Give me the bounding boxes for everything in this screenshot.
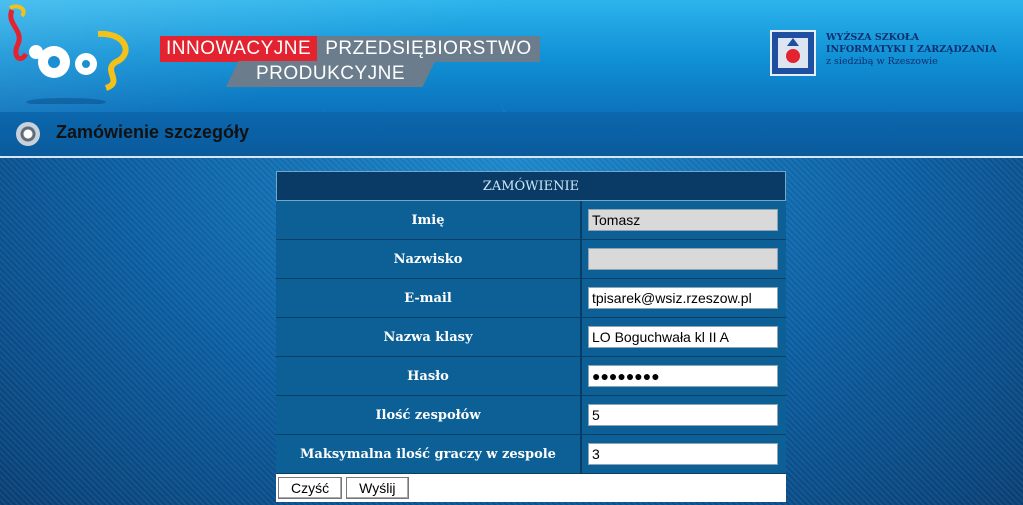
first-name-field[interactable] (588, 209, 778, 231)
school-logo: WYŻSZA SZKOŁA INFORMATYKI I ZARZĄDZANIA … (770, 30, 1020, 80)
last-name-field[interactable] (588, 248, 778, 270)
form-row-max-players: Maksymalna ilość graczy w zespole (276, 435, 786, 474)
class-name-field[interactable] (588, 326, 778, 348)
form-row-password: Hasło (276, 357, 786, 396)
form-row-team-count: Ilość zespołów (276, 396, 786, 435)
school-line1: WYŻSZA SZKOŁA (826, 32, 920, 43)
brand-ribbon-row2: PRODUKCYJNE (226, 61, 436, 87)
page-title: Zamówienie szczegóły (56, 122, 250, 142)
max-players-label: Maksymalna ilość graczy w zespole (276, 435, 582, 473)
brand-ribbon: INNOWACYJNE PRZEDSIĘBIORSTWO (160, 36, 540, 62)
last-name-label: Nazwisko (276, 240, 582, 278)
form-buttons: Czyść Wyślij (276, 474, 786, 502)
email-field[interactable] (588, 287, 778, 309)
site-header: INNOWACYJNE PRZEDSIĘBIORSTWO PRODUKCYJNE … (0, 0, 1023, 112)
clear-button[interactable]: Czyść (278, 477, 343, 499)
first-name-label: Imię (276, 201, 582, 239)
team-count-field[interactable] (588, 404, 778, 426)
form-row-first-name: Imię (276, 201, 786, 240)
form-row-last-name: Nazwisko (276, 240, 786, 279)
team-count-label: Ilość zespołów (276, 396, 582, 434)
brand-line1-gray: PRZEDSIĘBIORSTWO (317, 36, 540, 62)
password-field[interactable] (588, 365, 778, 387)
page-titlebar: Zamówienie szczegóły (0, 112, 1023, 158)
school-name: WYŻSZA SZKOŁA INFORMATYKI I ZARZĄDZANIA … (826, 32, 1016, 68)
form-title: ZAMÓWIENIE (276, 171, 786, 201)
gears-logo-icon (6, 4, 136, 106)
max-players-field[interactable] (588, 443, 778, 465)
email-label: E-mail (276, 279, 582, 317)
password-label: Hasło (276, 357, 582, 395)
brand-line2-gray: PRODUKCYJNE (226, 61, 436, 87)
brand-line1-red: INNOWACYJNE (160, 36, 318, 62)
form-row-email: E-mail (276, 279, 786, 318)
gear-icon (16, 122, 40, 146)
send-button[interactable]: Wyślij (346, 477, 409, 499)
school-emblem-icon (770, 30, 816, 76)
school-line2: INFORMATYKI I ZARZĄDZANIA (826, 44, 997, 55)
order-form: ZAMÓWIENIE Imię Nazwisko E-mail Nazwa kl… (276, 171, 786, 502)
school-line3: z siedzibą w Rzeszowie (826, 56, 938, 67)
class-name-label: Nazwa klasy (276, 318, 582, 356)
form-row-class-name: Nazwa klasy (276, 318, 786, 357)
